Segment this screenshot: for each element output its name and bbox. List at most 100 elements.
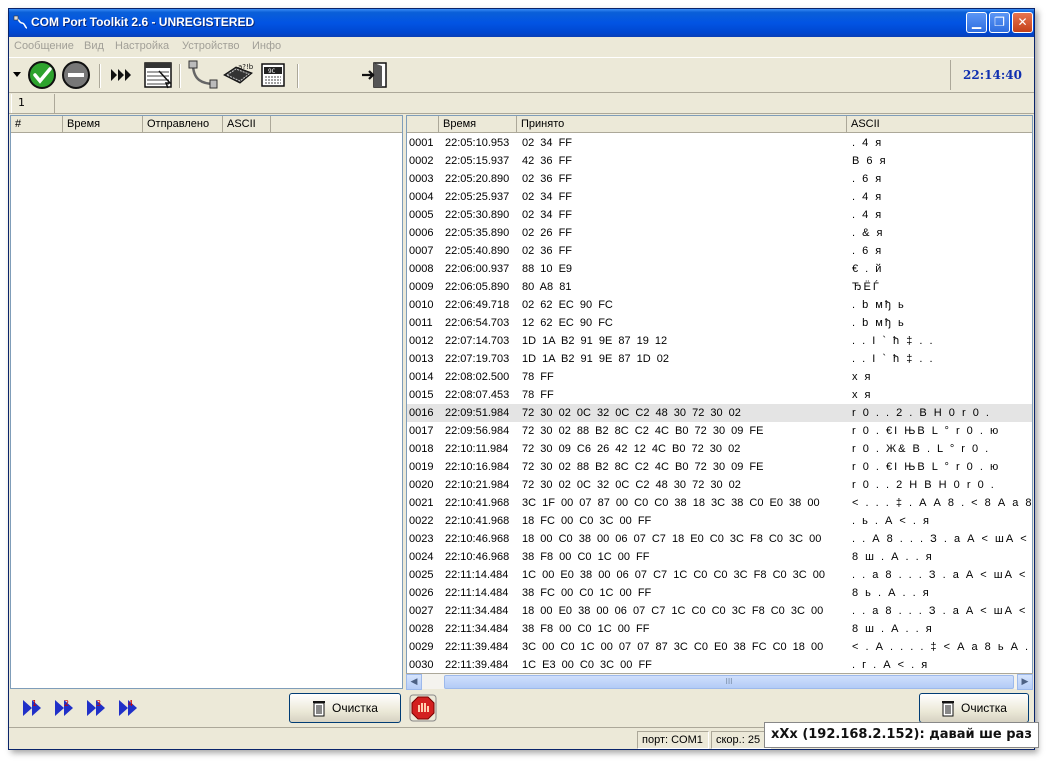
status-speed: скор.: 25: [711, 731, 771, 749]
received-row[interactable]: 0016 22:09:51.984 72 30 02 0C 32 0C C2 48 …: [407, 404, 1032, 422]
scroll-left-arrow-icon[interactable]: ◀: [406, 674, 422, 690]
row-index: 0030: [409, 659, 434, 671]
received-col-time[interactable]: Время: [439, 116, 517, 132]
row-hex: 72 30 02 0C 32 0C C2 48 30 72 30 02: [522, 407, 741, 419]
row-ascii: . ь . А < . я: [852, 515, 931, 527]
row-hex: 18 00 E0 38 00 06 07 C7 1C C0 C0 3C F8 C…: [522, 605, 824, 617]
menu-info[interactable]: Инфо: [252, 40, 281, 52]
calculator-icon[interactable]: 9C: [259, 60, 287, 90]
received-row[interactable]: 0012 22:07:14.703 1D 1A B2 91 9E 87 19 12.…: [407, 332, 1032, 350]
row-time: 22:05:15.937: [445, 155, 510, 167]
tab-session-1[interactable]: 1: [11, 94, 55, 113]
send-sequence-icon[interactable]: [108, 60, 136, 90]
received-hscrollbar[interactable]: ◀ III ▶: [406, 673, 1033, 690]
row-index: 0019: [409, 461, 434, 473]
row-ascii: r 0 . . 2 . В H 0 r 0 .: [852, 407, 991, 419]
row-index: 0002: [409, 155, 434, 167]
received-row[interactable]: 0015 22:08:07.453 78 FF x я: [407, 386, 1032, 404]
received-row[interactable]: 0024 22:10:46.968 38 F8 00 C0 1C 00 FF 8 ш …: [407, 548, 1032, 566]
received-row[interactable]: 0011 22:06:54.703 12 62 EC 90 FC . b мђ ь: [407, 314, 1032, 332]
disconnect-icon[interactable]: [60, 60, 92, 90]
received-row[interactable]: 0023 22:10:46.968 18 00 C0 38 00 06 07 C7 …: [407, 530, 1032, 548]
received-row[interactable]: 0029 22:11:39.484 3C 00 C0 1C 00 07 07 87 …: [407, 638, 1032, 656]
received-row[interactable]: 0018 22:10:11.984 72 30 09 C6 26 42 12 4C …: [407, 440, 1032, 458]
received-row[interactable]: 0013 22:07:19.703 1D 1A B2 91 9E 87 1D 02.…: [407, 350, 1032, 368]
cable-icon[interactable]: [187, 60, 219, 90]
keyboard-icon[interactable]: a?!b: [221, 60, 255, 90]
row-time: 22:11:34.484: [445, 623, 509, 635]
sent-grid-header: # Время Отправлено ASCII: [11, 116, 402, 133]
row-hex: 78 FF: [522, 371, 554, 383]
received-row[interactable]: 0003 22:05:20.890 02 36 FF . 6 я: [407, 170, 1032, 188]
svg-text:2: 2: [64, 699, 69, 708]
row-hex: 18 00 C0 38 00 06 07 C7 18 E0 C0 3C F8 C…: [522, 533, 822, 545]
received-row[interactable]: 0010 22:06:49.718 02 62 EC 90 FC . b мђ ь: [407, 296, 1032, 314]
macro-3-icon[interactable]: 3: [83, 693, 111, 723]
exit-icon[interactable]: [359, 60, 391, 90]
toolbar-separator: [297, 64, 299, 88]
received-row[interactable]: 0007 22:05:40.890 02 36 FF . 6 я: [407, 242, 1032, 260]
sent-col-ascii[interactable]: ASCII: [223, 116, 271, 132]
row-ascii: ЂЁЃ: [852, 281, 881, 293]
menu-message[interactable]: Сообщение: [14, 40, 74, 52]
row-hex: 02 34 FF: [522, 137, 573, 149]
row-hex: 1C E3 00 C0 3C 00 FF: [522, 659, 652, 671]
received-row[interactable]: 0001 22:05:10.953 02 34 FF . 4 я: [407, 134, 1032, 152]
macro-1-icon[interactable]: 1: [19, 693, 47, 723]
received-row[interactable]: 0017 22:09:56.984 72 30 02 88 B2 8C C2 4C …: [407, 422, 1032, 440]
clear-received-button[interactable]: Очистка: [919, 693, 1029, 723]
sent-col-time[interactable]: Время: [63, 116, 143, 132]
received-row[interactable]: 0026 22:11:14.484 38 FC 00 C0 1C 00 FF 8 ь …: [407, 584, 1032, 602]
row-hex: 02 26 FF: [522, 227, 573, 239]
menu-settings[interactable]: Настройка: [115, 40, 169, 52]
row-time: 22:10:16.984: [445, 461, 510, 473]
received-row[interactable]: 0006 22:05:35.890 02 26 FF . & я: [407, 224, 1032, 242]
received-row[interactable]: 0008 22:06:00.937 88 10 E9 € . й: [407, 260, 1032, 278]
macro-4-icon[interactable]: 4: [115, 693, 143, 723]
row-ascii: 8 ш . А . . я: [852, 623, 934, 635]
dropdown-arrow-icon[interactable]: [11, 60, 23, 90]
macro-2-icon[interactable]: 2: [51, 693, 79, 723]
received-col-ascii[interactable]: ASCII: [847, 116, 1032, 132]
sent-grid[interactable]: # Время Отправлено ASCII: [10, 115, 403, 689]
received-row[interactable]: 0027 22:11:34.484 18 00 E0 38 00 06 07 C7 …: [407, 602, 1032, 620]
row-ascii: < . . . ‡ . А А 8 . < 8 А а 8 .: [852, 497, 1033, 509]
stop-icon[interactable]: [408, 693, 438, 723]
row-hex: 72 30 02 0C 32 0C C2 48 30 72 30 02: [522, 479, 741, 491]
received-row[interactable]: 0021 22:10:41.968 3C 1F 00 07 87 00 C0 C0 …: [407, 494, 1032, 512]
received-row[interactable]: 0009 22:06:05.890 80 A8 81 ЂЁЃ: [407, 278, 1032, 296]
received-row[interactable]: 0014 22:08:02.500 78 FF x я: [407, 368, 1032, 386]
received-row[interactable]: 0030 22:11:39.484 1C E3 00 C0 3C 00 FF . г …: [407, 656, 1032, 674]
received-row[interactable]: 0028 22:11:34.484 38 F8 00 C0 1C 00 FF 8 ш …: [407, 620, 1032, 638]
received-col-data[interactable]: Принято: [517, 116, 847, 132]
scroll-thumb[interactable]: III: [444, 675, 1014, 689]
received-grid[interactable]: Время Принято ASCII 0001 22:05:10.953 02 3…: [406, 115, 1033, 689]
menu-view[interactable]: Вид: [84, 40, 104, 52]
connect-icon[interactable]: [26, 60, 58, 90]
received-row[interactable]: 0025 22:11:14.484 1C 00 E0 38 00 06 07 C7 …: [407, 566, 1032, 584]
sent-col-sent[interactable]: Отправлено: [143, 116, 223, 132]
maximize-button[interactable]: ❐: [989, 12, 1010, 33]
title-bar[interactable]: COM Port Toolkit 2.6 - UNREGISTERED ▁ ❐ …: [9, 9, 1034, 37]
received-col-index[interactable]: [407, 116, 439, 132]
row-time: 22:10:46.968: [445, 551, 510, 563]
received-row[interactable]: 0019 22:10:16.984 72 30 02 88 B2 8C C2 4C …: [407, 458, 1032, 476]
send-table-icon[interactable]: [142, 60, 174, 90]
row-time: 22:11:14.484: [445, 569, 509, 581]
received-row[interactable]: 0005 22:05:30.890 02 34 FF . 4 я: [407, 206, 1032, 224]
received-row[interactable]: 0020 22:10:21.984 72 30 02 0C 32 0C C2 48 …: [407, 476, 1032, 494]
scroll-right-arrow-icon[interactable]: ▶: [1017, 674, 1033, 690]
received-row[interactable]: 0022 22:10:41.968 18 FC 00 C0 3C 00 FF . ь …: [407, 512, 1032, 530]
sent-col-index[interactable]: #: [11, 116, 63, 132]
trash-icon: [942, 701, 954, 717]
row-index: 0017: [409, 425, 434, 437]
received-row[interactable]: 0004 22:05:25.937 02 34 FF . 4 я: [407, 188, 1032, 206]
row-time: 22:11:34.484: [445, 605, 509, 617]
clear-sent-button[interactable]: Очистка: [289, 693, 401, 723]
menu-device[interactable]: Устройство: [182, 40, 240, 52]
minimize-button[interactable]: ▁: [966, 12, 987, 33]
close-button[interactable]: ✕: [1012, 12, 1033, 33]
row-ascii: 8 ь . А . . я: [852, 587, 931, 599]
clear-sent-label: Очистка: [332, 701, 378, 715]
received-row[interactable]: 0002 22:05:15.937 42 36 FF B 6 я: [407, 152, 1032, 170]
